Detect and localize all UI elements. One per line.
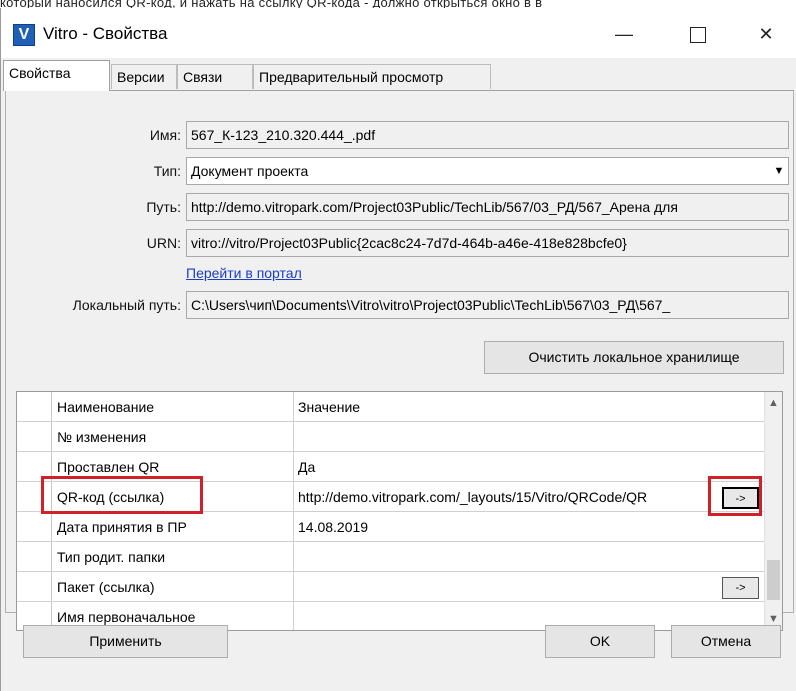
type-label: Тип:	[153, 163, 181, 179]
column-header-name[interactable]: Наименование	[57, 392, 283, 422]
scrollbar-thumb[interactable]	[767, 560, 780, 600]
row-value[interactable]	[293, 572, 723, 602]
apply-button[interactable]: Применить	[23, 625, 228, 658]
minimize-icon[interactable]: —	[601, 16, 647, 52]
clear-local-storage-button[interactable]: Очистить локальное хранилище	[484, 341, 784, 374]
close-icon[interactable]: ✕	[743, 16, 789, 52]
dropdown-arrow-icon[interactable]: ▼	[770, 158, 788, 184]
app-logo-icon: V	[13, 24, 35, 46]
row-name: Дата принятия в ПР	[57, 519, 187, 535]
path-field[interactable]: http://demo.vitropark.com/Project03Publi…	[186, 193, 789, 221]
grid-header-row: Наименование Значение	[17, 392, 767, 422]
properties-panel: Имя: 567_К-123_210.320.444_.pdf Тип: Док…	[5, 90, 794, 631]
row-value[interactable]: 14.08.2019	[293, 512, 723, 542]
row-value[interactable]	[293, 602, 723, 630]
row-value[interactable]	[293, 542, 723, 572]
row-value[interactable]: Да	[293, 452, 723, 482]
table-row[interactable]: Дата принятия в ПР 14.08.2019	[17, 512, 767, 542]
tab-properties[interactable]: Свойства	[3, 60, 110, 91]
highlight-qr-label-frame	[41, 476, 203, 514]
highlight-qr-button-frame	[708, 476, 762, 516]
title-bar: V Vitro - Свойства — ✕	[1, 8, 796, 58]
grid-scrollbar[interactable]: ▲ ▼	[764, 392, 782, 630]
name-label: Имя:	[149, 127, 181, 143]
row-value[interactable]	[293, 422, 723, 452]
scroll-up-icon[interactable]: ▲	[765, 394, 782, 412]
row-name: № изменения	[57, 429, 147, 445]
name-field[interactable]: 567_К-123_210.320.444_.pdf	[186, 121, 789, 149]
ok-button[interactable]: OK	[545, 625, 655, 658]
row-name: Тип родит. папки	[57, 549, 166, 565]
tab-versions[interactable]: Версии	[111, 64, 177, 89]
tab-preview[interactable]: Предварительный просмотр	[253, 64, 491, 89]
window-title: Vitro - Свойства	[43, 24, 168, 43]
row-value[interactable]: http://demo.vitropark.com/_layouts/15/Vi…	[293, 482, 723, 512]
type-select[interactable]: Документ проекта ▼	[186, 157, 789, 185]
local-path-label: Локальный путь:	[72, 297, 181, 313]
go-to-portal-link[interactable]: Перейти в портал	[186, 265, 302, 281]
tab-links[interactable]: Связи	[177, 64, 253, 89]
table-row[interactable]: № изменения	[17, 422, 767, 452]
urn-label: URN:	[146, 235, 181, 251]
path-label: Путь:	[146, 199, 181, 215]
open-package-link-button[interactable]: ->	[722, 577, 759, 599]
properties-dialog: V Vitro - Свойства — ✕ Свойства Версии С…	[0, 8, 796, 691]
local-path-field[interactable]: C:\Users\чип\Documents\Vitro\vitro\Proje…	[186, 291, 789, 319]
table-row[interactable]: Тип родит. папки	[17, 542, 767, 572]
type-select-value: Документ проекта	[191, 163, 309, 179]
maximize-icon[interactable]	[675, 16, 721, 52]
column-header-value[interactable]: Значение	[293, 392, 723, 422]
cancel-button[interactable]: Отмена	[671, 625, 781, 658]
urn-field[interactable]: vitro://vitro/Project03Public{2cac8c24-7…	[186, 229, 789, 257]
row-name: Пакет (ссылка)	[57, 579, 155, 595]
table-row[interactable]: Пакет (ссылка) ->	[17, 572, 767, 602]
